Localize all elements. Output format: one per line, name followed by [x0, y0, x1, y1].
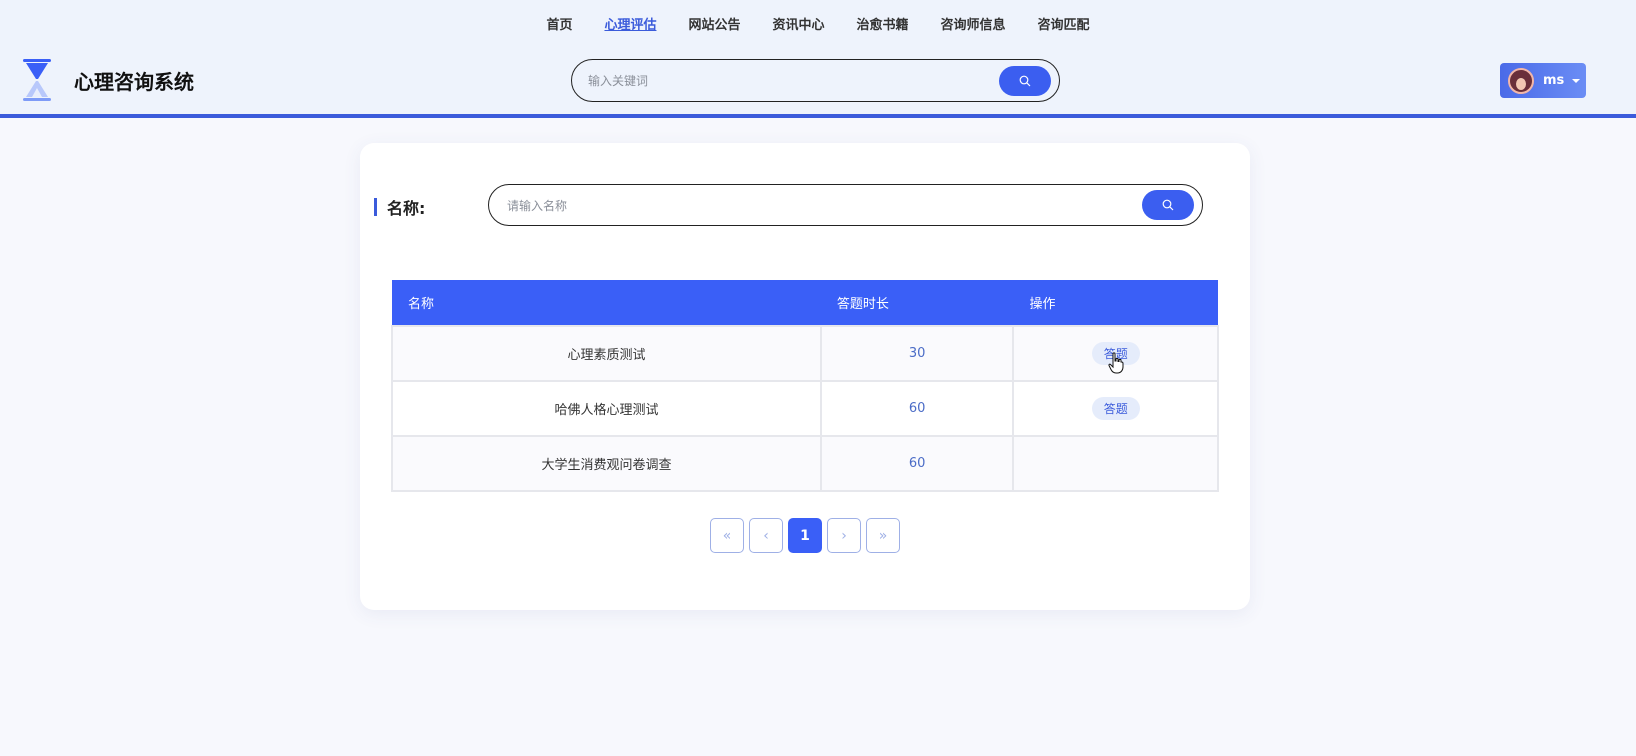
row-duration: 60: [819, 380, 1015, 437]
table-row: 大学生消费观问卷调查 60: [391, 435, 1219, 492]
page-first-button[interactable]: «: [710, 518, 744, 553]
brand[interactable]: 心理咨询系统: [20, 58, 194, 102]
page-next-button[interactable]: ›: [827, 518, 861, 553]
name-search-box: [488, 184, 1203, 226]
name-search-input[interactable]: [507, 195, 1107, 217]
nav-item-counselors[interactable]: 咨询师信息: [941, 16, 1006, 36]
column-header-duration: 答题时长: [820, 280, 1014, 326]
filter-label: 名称:: [374, 195, 425, 219]
row-action: [1012, 435, 1219, 492]
row-name: 哈佛人格心理测试: [391, 380, 822, 437]
nav-item-news[interactable]: 资讯中心: [772, 16, 824, 36]
column-header-action: 操作: [1013, 280, 1218, 326]
top-search-input[interactable]: [588, 70, 968, 92]
pagination: « ‹ 1 › »: [360, 518, 1250, 553]
search-icon: [1019, 75, 1031, 87]
top-search-button[interactable]: [999, 66, 1051, 96]
row-name: 心理素质测试: [391, 325, 822, 382]
hourglass-icon: [23, 59, 51, 101]
avatar: [1508, 67, 1534, 94]
row-duration: 60: [819, 435, 1015, 492]
search-icon: [1162, 199, 1174, 211]
assessment-card: 名称: 名称 答题时长 操作 心理素质测试 30: [360, 143, 1250, 610]
user-menu-button[interactable]: ms: [1500, 63, 1586, 98]
table-row: 心理素质测试 30 答题: [391, 325, 1219, 382]
filter-label-text: 名称:: [387, 199, 426, 218]
row-duration: 30: [819, 325, 1015, 382]
nav-item-home[interactable]: 首页: [546, 16, 572, 36]
page-number-current[interactable]: 1: [788, 518, 822, 553]
username: ms: [1543, 73, 1565, 88]
nav-item-books[interactable]: 治愈书籍: [857, 16, 909, 36]
row-name: 大学生消费观问卷调查: [391, 435, 822, 492]
brand-title: 心理咨询系统: [74, 69, 194, 94]
assessment-table: 名称 答题时长 操作 心理素质测试 30 答题 哈佛人格心理测试 60 答题 大…: [391, 280, 1219, 492]
caret-down-icon: [1572, 78, 1581, 83]
page-prev-button[interactable]: ‹: [749, 518, 783, 553]
column-header-name: 名称: [392, 280, 821, 326]
page-last-button[interactable]: »: [866, 518, 900, 553]
name-search-button[interactable]: [1142, 190, 1194, 220]
nav-item-assessment[interactable]: 心理评估: [604, 16, 656, 36]
top-search-box: [571, 59, 1060, 102]
table-header-row: 名称 答题时长 操作: [392, 280, 1218, 326]
table-row: 哈佛人格心理测试 60 答题: [391, 380, 1219, 437]
label-accent-bar: [374, 198, 377, 216]
answer-button[interactable]: 答题: [1091, 397, 1140, 420]
nav-item-announcements[interactable]: 网站公告: [688, 16, 740, 36]
hand-cursor-icon: [1108, 352, 1124, 374]
nav-item-matching[interactable]: 咨询匹配: [1038, 16, 1090, 36]
row-action: 答题: [1012, 380, 1219, 437]
site-header: 首页 心理评估 网站公告 资讯中心 治愈书籍 咨询师信息 咨询匹配 心理咨询系统…: [0, 0, 1636, 118]
top-navigation: 首页 心理评估 网站公告 资讯中心 治愈书籍 咨询师信息 咨询匹配: [0, 16, 1636, 36]
